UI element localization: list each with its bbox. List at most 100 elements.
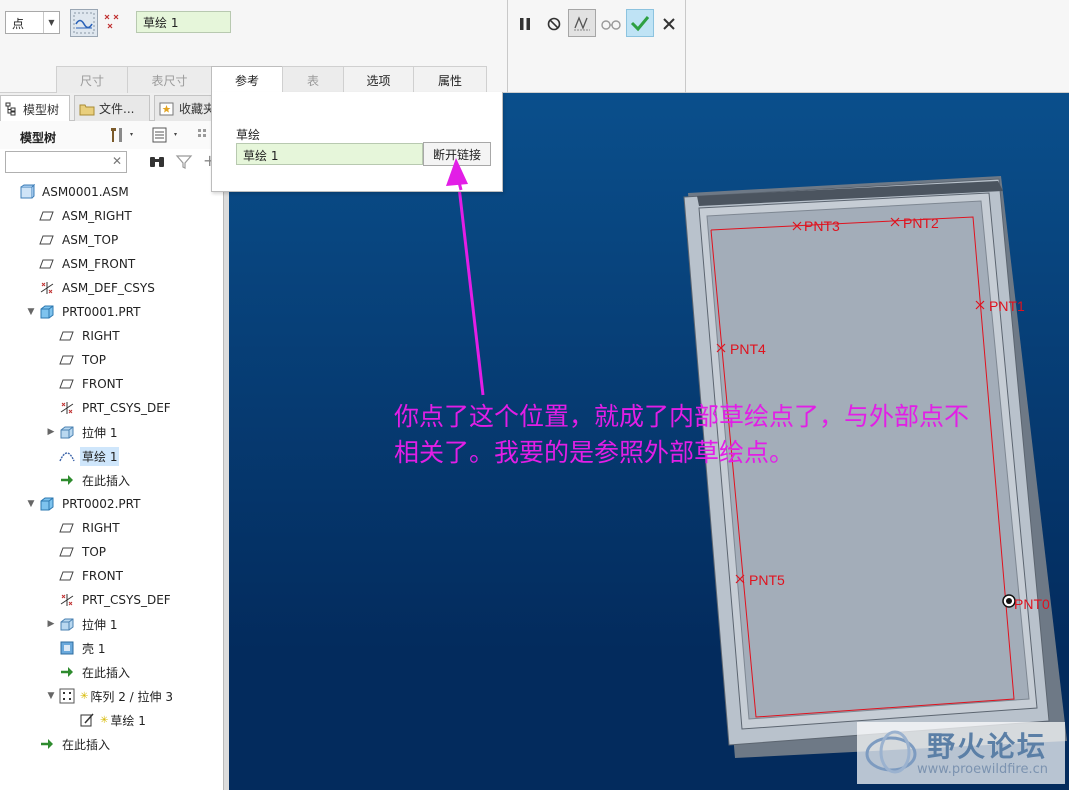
filter-icon[interactable] (175, 154, 193, 173)
binoculars-icon[interactable] (148, 154, 166, 173)
tab-table-dimensions[interactable]: 表尺寸 (127, 66, 212, 93)
datum-plane-icon (38, 208, 56, 224)
collapse-arrow-icon[interactable]: ▼ (24, 499, 38, 509)
tab-table-dimensions-label: 表尺寸 (151, 73, 188, 88)
points-toggle-button[interactable] (101, 11, 123, 33)
grid-settings-icon[interactable] (196, 125, 210, 148)
favorites-icon (159, 102, 174, 115)
navigator-panel: 模型树 文件... 收藏夹 模型树 ✕ + ASM0001.ASM ASM_RIG… (0, 93, 224, 790)
tree-item[interactable]: PRT_CSYS_DEF (44, 588, 173, 612)
sketch-collector[interactable]: 草绘 1 (136, 11, 231, 33)
datum-plane-icon (38, 256, 56, 272)
csys-icon (38, 280, 56, 296)
ok-button[interactable] (626, 9, 654, 37)
tree-item[interactable]: ASM_DEF_CSYS (24, 276, 157, 300)
graphics-viewport[interactable]: PNT3 PNT2 PNT1 PNT4 PNT5 PNT0 你点了这个位置，就成… (229, 93, 1069, 790)
preview-button[interactable] (568, 9, 596, 37)
tools-icon[interactable] (108, 125, 136, 148)
tree-search-input[interactable]: ✕ (5, 151, 127, 173)
clear-search-icon[interactable]: ✕ (112, 154, 122, 168)
pause-button[interactable] (512, 10, 538, 38)
tree-item[interactable]: TOP (44, 540, 108, 564)
tree-item-label: PRT_CSYS_DEF (82, 593, 171, 607)
stop-button[interactable] (541, 10, 567, 38)
tab-table-label: 表 (306, 73, 319, 88)
tree-item-label: PRT0001.PRT (62, 305, 141, 319)
tab-table[interactable]: 表 (282, 66, 344, 93)
tree-item[interactable]: 草绘 1 (44, 444, 120, 468)
tree-item-label: 草绘 1 (110, 713, 146, 728)
tree-item[interactable]: ▼ PRT0001.PRT (24, 300, 142, 324)
dashboard-toolbar: 点 ▼ 草绘 1 尺寸 表尺寸 参考 表 选项 属性 (0, 0, 1069, 94)
verify-button[interactable] (598, 10, 624, 38)
tab-references[interactable]: 参考 (211, 66, 283, 94)
tree-item[interactable]: ▼ ✳ 阵列 2 / 拉伸 3 (44, 684, 175, 708)
datum-plane-icon (58, 520, 76, 536)
toolbar-divider (507, 0, 508, 93)
pattern-icon (58, 688, 76, 704)
tree-item[interactable]: PRT_CSYS_DEF (44, 396, 173, 420)
dashboard-tabs: 尺寸 表尺寸 参考 表 选项 属性 (56, 66, 487, 94)
tree-item[interactable]: ▶ 拉伸 1 (44, 420, 119, 444)
show-settings-icon[interactable] (150, 125, 184, 148)
shell-icon (58, 640, 76, 656)
point-pnt4-label: PNT4 (730, 341, 766, 357)
watermark-title: 野火论坛 (927, 730, 1048, 763)
watermark-logo-icon (865, 730, 917, 774)
collapse-arrow-icon[interactable]: ▼ (24, 307, 38, 317)
tab-folder-browser[interactable]: 文件... (74, 95, 150, 121)
tree-item[interactable]: ASM_RIGHT (24, 204, 134, 228)
tree-item[interactable]: 在此插入 (44, 468, 132, 492)
tree-item-label: ASM0001.ASM (42, 185, 129, 199)
annotation-arrowhead (446, 158, 468, 191)
annotation-line-2: 相关了。我要的是参照外部草绘点。 (394, 438, 795, 467)
tree-item[interactable]: ASM_TOP (24, 228, 120, 252)
collapse-arrow-icon[interactable]: ▼ (44, 691, 58, 701)
point-type-value: 点 (12, 17, 25, 31)
tree-item[interactable]: 壳 1 (44, 636, 107, 660)
tree-item-label: FRONT (82, 569, 123, 583)
tree-item[interactable]: ASM_FRONT (24, 252, 137, 276)
tree-item-label: ASM_RIGHT (62, 209, 132, 223)
tree-item[interactable]: 在此插入 (24, 732, 112, 756)
model-tree-title: 模型树 (20, 131, 57, 145)
expand-arrow-icon[interactable]: ▶ (44, 427, 58, 437)
extrude-icon (58, 616, 76, 632)
tree-item-label: 拉伸 1 (82, 617, 118, 632)
tree-item-label: ASM_DEF_CSYS (62, 281, 155, 295)
tree-item-label: FRONT (82, 377, 123, 391)
tab-properties[interactable]: 属性 (413, 66, 487, 93)
tree-item[interactable]: TOP (44, 348, 108, 372)
datum-plane-icon (58, 328, 76, 344)
annotation-line-1: 你点了这个位置，就成了内部草绘点了，与外部点不 (394, 402, 970, 431)
tab-model-tree[interactable]: 模型树 (0, 95, 70, 122)
tree-item[interactable]: RIGHT (44, 516, 122, 540)
tree-item-label: RIGHT (82, 521, 120, 535)
datum-plane-icon (58, 568, 76, 584)
tree-item[interactable]: RIGHT (44, 324, 122, 348)
csys-icon (58, 400, 76, 416)
tree-item[interactable]: FRONT (44, 564, 125, 588)
tree-item-label: 在此插入 (82, 473, 131, 488)
cancel-button[interactable] (656, 10, 682, 38)
chevron-down-icon: ▼ (43, 12, 59, 33)
tree-item[interactable]: ✳ 草绘 1 (64, 708, 148, 732)
tab-folder-browser-label: 文件... (99, 102, 135, 116)
tab-options-label: 选项 (366, 73, 391, 88)
datum-plane-icon (58, 352, 76, 368)
navigator-tabs: 模型树 文件... 收藏夹 (0, 93, 224, 122)
point-pnt0-label: PNT0 (1014, 596, 1050, 612)
point-type-select[interactable]: 点 ▼ (5, 11, 60, 34)
tree-item[interactable]: ASM0001.ASM (4, 180, 131, 204)
sketch-curve-button[interactable] (70, 9, 98, 37)
tree-item[interactable]: 在此插入 (44, 660, 132, 684)
sketch-reference-field[interactable]: 草绘 1 (236, 143, 423, 165)
tree-item[interactable]: FRONT (44, 372, 125, 396)
tree-item[interactable]: ▶ 拉伸 1 (44, 612, 119, 636)
tab-options[interactable]: 选项 (343, 66, 414, 93)
tree-item-label: TOP (82, 545, 107, 559)
expand-arrow-icon[interactable]: ▶ (44, 619, 58, 629)
tree-item[interactable]: ▼ PRT0002.PRT (24, 492, 142, 516)
point-pnt5-label: PNT5 (749, 572, 785, 588)
tab-dimensions[interactable]: 尺寸 (56, 66, 128, 93)
